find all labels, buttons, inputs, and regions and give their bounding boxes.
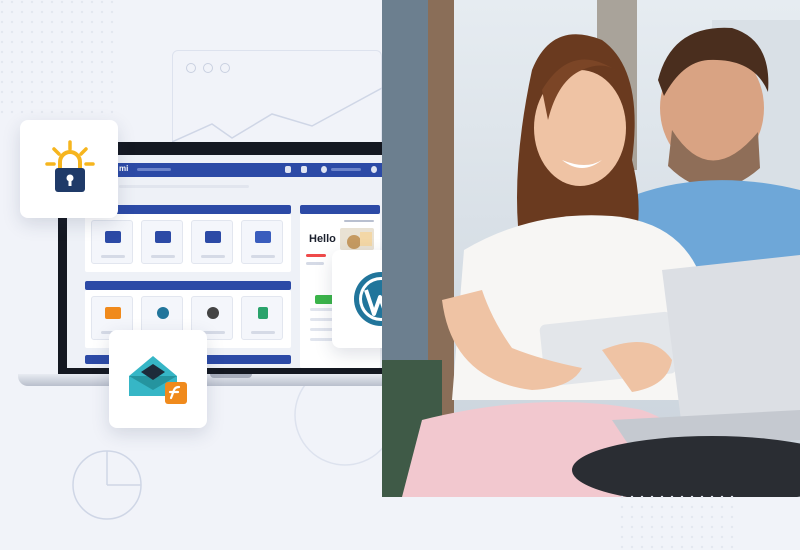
- lock-icon: [45, 140, 95, 192]
- hero-banner: mi Hello: [0, 0, 800, 550]
- breadcrumb: [119, 185, 249, 188]
- file-manager-tile[interactable]: [91, 220, 133, 264]
- dot-pattern: [0, 0, 120, 120]
- app-brand: mi: [119, 164, 129, 173]
- dot-pattern: [620, 495, 740, 550]
- mail-icon: [129, 356, 187, 404]
- panel-header: [85, 281, 291, 290]
- side-panel-header: [300, 205, 380, 214]
- background-pie-chart-icon: [72, 450, 142, 520]
- panel-files: [85, 214, 291, 272]
- users-tile[interactable]: [241, 220, 283, 264]
- folder-lock-tile[interactable]: [141, 220, 183, 264]
- background-line-chart: [172, 87, 382, 143]
- s-app-tile[interactable]: [241, 296, 283, 340]
- hero-photo: [382, 0, 800, 497]
- couple-with-tablet-image: [382, 0, 800, 497]
- promo-image: [340, 228, 374, 250]
- hello-heading: Hello: [309, 233, 336, 245]
- avatar[interactable]: [321, 166, 327, 173]
- side-caption: [344, 220, 374, 222]
- app-dropdown[interactable]: [137, 168, 171, 171]
- folder-check-tile[interactable]: [191, 220, 233, 264]
- lets-encrypt-card: [20, 120, 118, 218]
- side-line: [306, 262, 324, 265]
- window-dot-icon: [203, 63, 213, 73]
- side-tag: [306, 254, 326, 257]
- power-icon[interactable]: [371, 166, 377, 173]
- laptop-notch: [210, 374, 252, 378]
- window-dot-icon: [186, 63, 196, 73]
- user-menu[interactable]: [331, 168, 361, 171]
- flag-icon[interactable]: [301, 166, 307, 173]
- mail-app-card: [109, 330, 207, 428]
- bell-icon[interactable]: [285, 166, 291, 173]
- window-dot-icon: [220, 63, 230, 73]
